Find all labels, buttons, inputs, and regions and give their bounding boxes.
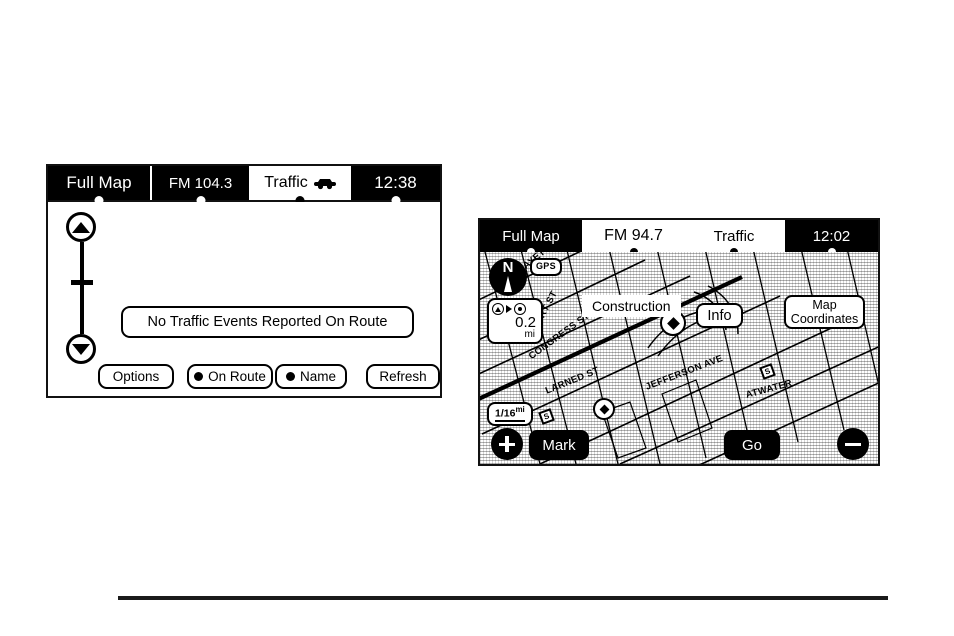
vehicle-arrow-icon — [599, 404, 609, 414]
zoom-out-button[interactable] — [837, 428, 869, 460]
mark-label: Mark — [542, 436, 576, 454]
tab-traffic-label: Traffic — [713, 227, 755, 245]
map-coordinates-line1: Map — [812, 298, 837, 312]
options-button[interactable]: Options — [98, 364, 174, 389]
radio-bullet-icon — [285, 372, 295, 381]
clock-label: 12:38 — [374, 173, 417, 192]
tab-full-map-label: Full Map — [66, 173, 132, 192]
map-coordinates-button[interactable]: Map Coordinates — [784, 295, 865, 329]
scrollbar[interactable] — [60, 212, 104, 364]
refresh-label: Refresh — [379, 369, 427, 384]
tab-radio-fm-label: FM 104.3 — [168, 174, 233, 192]
refresh-button[interactable]: Refresh — [366, 364, 440, 389]
map-scale-fraction: 1/16 — [495, 407, 516, 419]
options-label: Options — [112, 369, 160, 384]
radio-bullet-icon — [194, 372, 204, 381]
left-screen-body: No Traffic Events Reported On Route Opti… — [48, 202, 440, 396]
tab-radio-fm[interactable]: FM 104.3 — [152, 166, 251, 205]
tab-clock[interactable]: 12:02 — [785, 220, 878, 256]
info-label: Info — [707, 307, 732, 324]
on-route-label: On Route — [208, 369, 266, 384]
scrollbar-track — [80, 242, 84, 334]
triangle-up-icon — [72, 221, 90, 233]
traffic-status-message: No Traffic Events Reported On Route — [121, 306, 414, 338]
tab-radio-fm[interactable]: FM 94.7 — [584, 220, 685, 256]
left-bottom-toolbar: Options On Route Name Refresh — [48, 364, 440, 390]
name-button[interactable]: Name — [275, 364, 347, 389]
triangle-down-icon — [72, 343, 90, 355]
distance-value: 0.2 — [515, 314, 536, 331]
gps-badge: GPS — [530, 258, 562, 276]
scroll-down-button[interactable] — [66, 334, 96, 364]
clock-label: 12:02 — [812, 227, 851, 245]
car-icon — [313, 178, 336, 189]
traffic-status-text: No Traffic Events Reported On Route — [147, 314, 388, 330]
left-tabbar: Full Map FM 104.3 Traffic 12:38 — [48, 166, 440, 205]
page-footer-rule — [118, 596, 888, 600]
on-route-button[interactable]: On Route — [187, 364, 273, 389]
scroll-up-button[interactable] — [66, 212, 96, 242]
distance-unit: mi — [524, 329, 535, 340]
tab-traffic[interactable]: Traffic — [685, 220, 785, 256]
traffic-list-screen: Full Map FM 104.3 Traffic 12:38 No Traff… — [46, 164, 442, 398]
info-button[interactable]: Info — [696, 303, 743, 328]
tab-full-map[interactable]: Full Map — [48, 166, 152, 205]
name-label: Name — [299, 369, 336, 384]
map-scale-unit: mi — [515, 404, 525, 414]
tab-full-map[interactable]: Full Map — [480, 220, 584, 256]
right-tabbar: Full Map FM 94.7 Traffic 12:02 — [480, 220, 878, 256]
mark-button[interactable]: Mark — [529, 430, 589, 460]
tab-clock[interactable]: 12:38 — [351, 166, 440, 205]
compass-needle-icon — [504, 276, 512, 292]
arrow-right-icon — [506, 304, 512, 313]
distance-to-destination: 0.2 mi — [487, 298, 543, 344]
compass-heading-label: N — [502, 259, 514, 276]
tab-traffic[interactable]: Traffic — [251, 166, 351, 205]
go-button[interactable]: Go — [724, 430, 780, 460]
scale-bar — [495, 420, 525, 422]
tab-traffic-label: Traffic — [264, 174, 308, 191]
construction-callout: Construction — [582, 295, 681, 317]
vehicle-position-marker — [593, 398, 615, 420]
zoom-in-button[interactable] — [491, 428, 523, 460]
map-scale-indicator: 1/16mi — [487, 401, 533, 426]
compass-icon[interactable]: N — [489, 258, 527, 296]
full-map-screen: Full Map FM 94.7 Traffic 12:02 FORT ST C… — [478, 218, 880, 466]
map-coordinates-line2: Coordinates — [790, 312, 859, 326]
scrollbar-thumb[interactable] — [71, 280, 93, 285]
current-position-icon — [492, 302, 504, 315]
vehicle-arrow-icon — [666, 316, 680, 330]
tab-radio-fm-label: FM 94.7 — [604, 227, 663, 244]
tab-full-map-label: Full Map — [502, 227, 560, 245]
go-label: Go — [741, 436, 762, 454]
destination-icon — [514, 302, 526, 315]
map-canvas[interactable]: LAFAYETTE FORT ST CONGRESS ST LARNED ST … — [480, 252, 878, 464]
